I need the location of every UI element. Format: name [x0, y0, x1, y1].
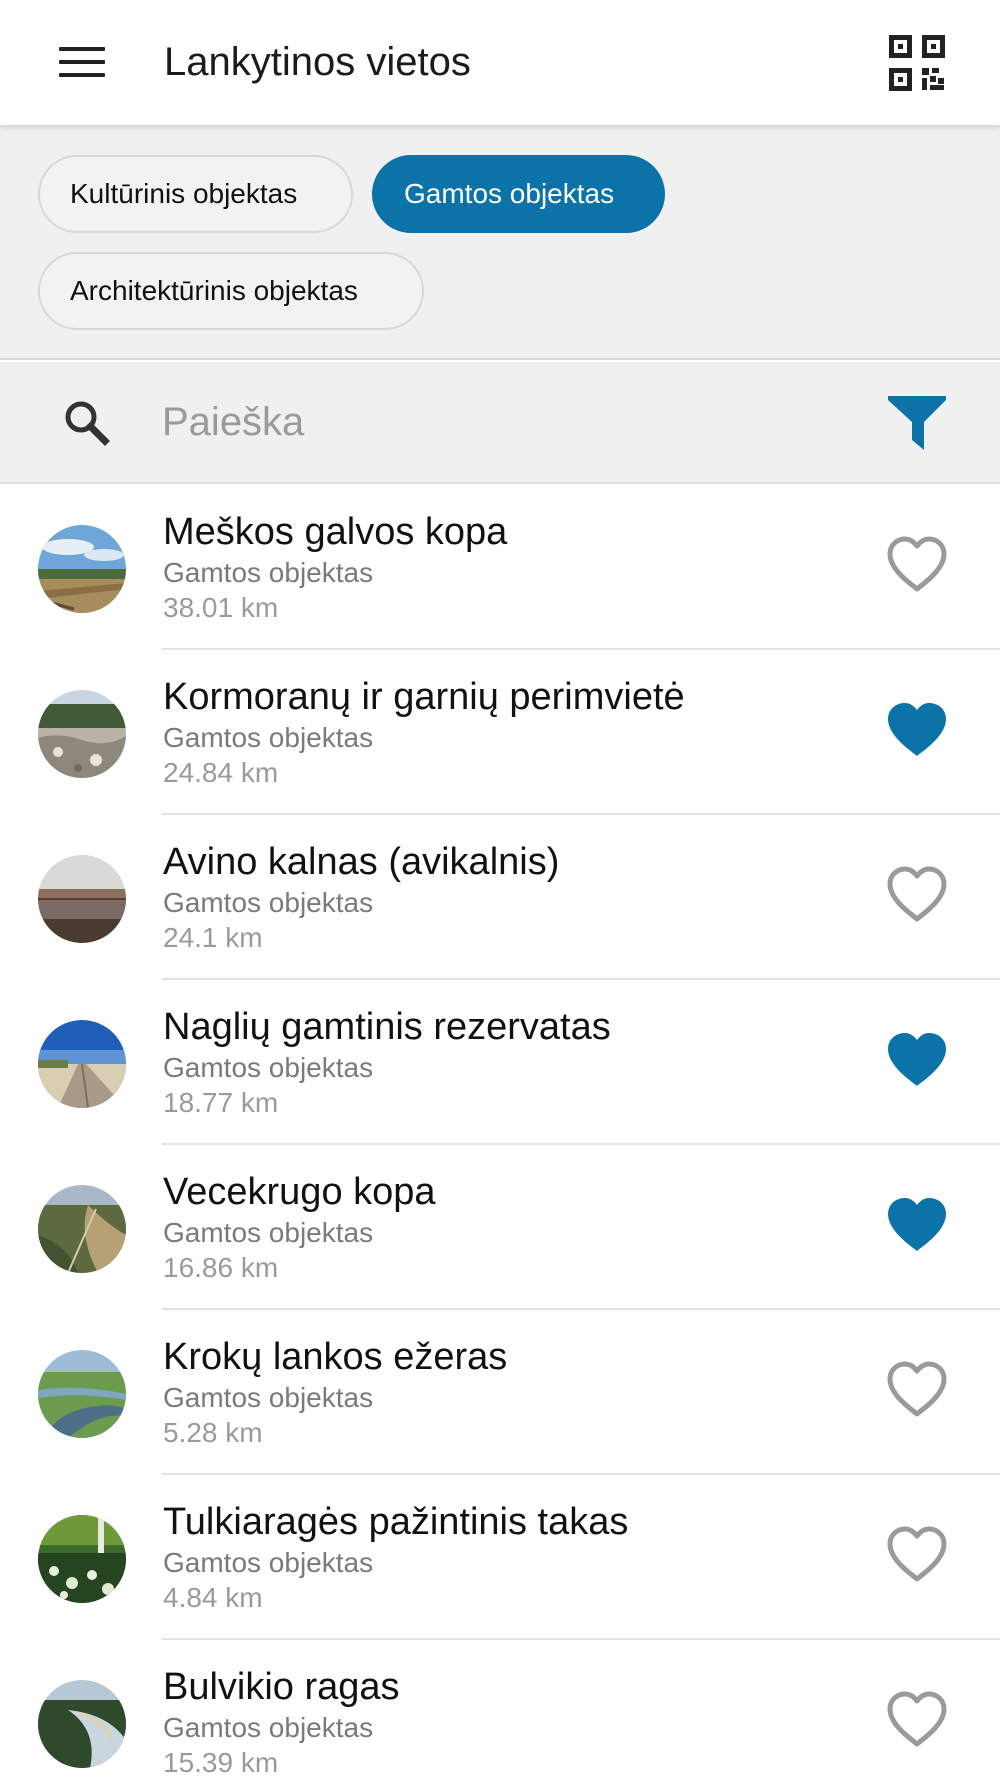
place-name: Tulkiaragės pažintinis takas	[163, 1501, 629, 1543]
place-distance: 38.01 km	[163, 592, 279, 623]
list-item[interactable]: Naglių gamtinis rezervatas Gamtos objekt…	[0, 980, 1000, 1145]
place-thumbnail	[38, 1350, 126, 1438]
menu-icon[interactable]	[44, 32, 120, 92]
place-distance: 4.84 km	[163, 1582, 263, 1613]
search-bar	[0, 362, 1000, 484]
list-item[interactable]: Avino kalnas (avikalnis) Gamtos objektas…	[0, 815, 1000, 980]
places-list: Meškos galvos kopa Gamtos objektas 38.01…	[0, 485, 1000, 1778]
list-item[interactable]: Kormoranų ir garnių perimvietė Gamtos ob…	[0, 650, 1000, 815]
place-distance: 15.39 km	[163, 1747, 279, 1778]
place-category: Gamtos objektas	[163, 1217, 374, 1248]
place-thumbnail	[38, 1515, 126, 1603]
place-category: Gamtos objektas	[163, 557, 374, 588]
place-name: Krokų lankos ežeras	[163, 1336, 508, 1378]
place-thumbnail	[38, 525, 126, 613]
heart-outline-icon[interactable]	[884, 865, 950, 925]
heart-outline-icon[interactable]	[884, 1525, 950, 1585]
list-item[interactable]: Krokų lankos ežeras Gamtos objektas 5.28…	[0, 1310, 1000, 1475]
place-distance: 5.28 km	[163, 1417, 263, 1448]
heart-filled-icon[interactable]	[884, 700, 950, 760]
heart-outline-icon[interactable]	[884, 535, 950, 595]
place-distance: 24.84 km	[163, 757, 279, 788]
qr-code-icon[interactable]	[888, 34, 946, 92]
place-thumbnail	[38, 690, 126, 778]
place-category: Gamtos objektas	[163, 1052, 374, 1083]
chip-architekturinis-objektas[interactable]: Architektūrinis objektas	[38, 252, 424, 330]
list-item[interactable]: Tulkiaragės pažintinis takas Gamtos obje…	[0, 1475, 1000, 1640]
list-item[interactable]: Meškos galvos kopa Gamtos objektas 38.01…	[0, 485, 1000, 650]
place-category: Gamtos objektas	[163, 722, 374, 753]
place-category: Gamtos objektas	[163, 1712, 374, 1743]
place-name: Bulvikio ragas	[163, 1666, 400, 1708]
place-thumbnail	[38, 1680, 126, 1768]
list-item[interactable]: Vecekrugo kopa Gamtos objektas 16.86 km	[0, 1145, 1000, 1310]
heart-filled-icon[interactable]	[884, 1195, 950, 1255]
chip-gamtos-objektas[interactable]: Gamtos objektas	[372, 155, 665, 233]
place-thumbnail	[38, 1185, 126, 1273]
heart-filled-icon[interactable]	[884, 1030, 950, 1090]
filter-icon[interactable]	[886, 392, 948, 454]
heart-outline-icon[interactable]	[884, 1360, 950, 1420]
place-distance: 24.1 km	[163, 922, 263, 953]
place-name: Meškos galvos kopa	[163, 511, 508, 553]
heart-outline-icon[interactable]	[884, 1690, 950, 1750]
place-thumbnail	[38, 855, 126, 943]
place-distance: 16.86 km	[163, 1252, 279, 1283]
place-category: Gamtos objektas	[163, 887, 374, 918]
place-name: Avino kalnas (avikalnis)	[163, 841, 560, 883]
page-title: Lankytinos vietos	[164, 40, 471, 84]
place-distance: 18.77 km	[163, 1087, 279, 1118]
category-filter-chips: Kultūrinis objektas Gamtos objektas Arch…	[0, 125, 1000, 360]
list-item[interactable]: Bulvikio ragas Gamtos objektas 15.39 km	[0, 1640, 1000, 1778]
chip-kulturinis-objektas[interactable]: Kultūrinis objektas	[38, 155, 353, 233]
place-thumbnail	[38, 1020, 126, 1108]
place-category: Gamtos objektas	[163, 1382, 374, 1413]
place-name: Vecekrugo kopa	[163, 1171, 436, 1213]
place-name: Naglių gamtinis rezervatas	[163, 1006, 611, 1048]
place-category: Gamtos objektas	[163, 1547, 374, 1578]
place-name: Kormoranų ir garnių perimvietė	[163, 676, 685, 718]
search-icon	[65, 401, 110, 446]
search-input[interactable]	[162, 390, 842, 454]
app-bar: Lankytinos vietos	[0, 0, 1000, 125]
